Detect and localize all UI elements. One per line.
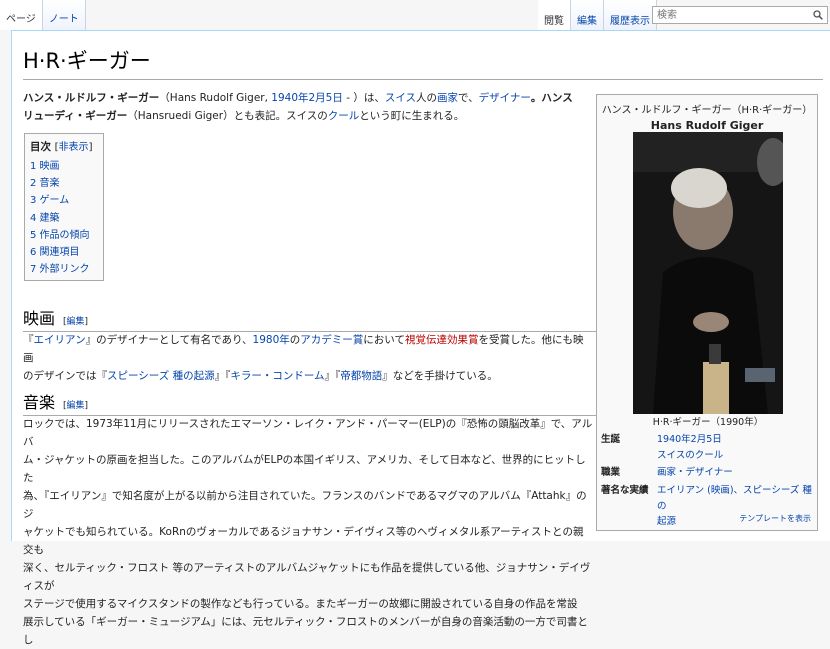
toc-item[interactable]: 4 建築 [30,210,98,227]
lead-text: - ）は、 [342,92,385,104]
infobox-value: 1940年2月5日 スイスのクール [657,432,723,463]
text-line: ステージで使用するマイクスタンドの製作なども行っている。またギーガーの故郷に開設… [23,598,578,610]
link-designer[interactable]: デザイナー [479,92,531,104]
link-painter[interactable]: 画家 [437,92,458,104]
link-species[interactable]: スピーシーズ 種の起源 [107,370,215,382]
section-edit: [編集] [63,401,89,411]
tab-edit[interactable]: 編集 [571,0,604,30]
infobox: ハンス・ルドルフ・ギーガー（H·R·ギーガー） Hans Rudolf Gige… [596,94,818,531]
section-title: 音楽 [23,393,56,412]
text: 』のデザイナーとして有名であり、 [85,334,253,346]
lead-name-alt: リューディ・ギーガー [23,110,128,122]
page-title: H·R·ギーガー [23,45,823,80]
link-killer-condom[interactable]: キラー・コンドーム [230,370,324,382]
tab-history[interactable]: 履歴表示 [604,0,657,30]
toc-item[interactable]: 2 音楽 [30,175,98,192]
portrait-image [633,132,783,414]
search-box [652,6,828,24]
edit-link[interactable]: 編集 [67,401,85,411]
link-works[interactable]: エイリアン (映画)、スピーシーズ 種の [657,485,812,512]
lead-name: ハンス・ルドルフ・ギーガー [23,92,160,104]
toc-toggle: [非表示] [54,142,93,153]
infobox-caption: H·R·ギーガー（1990年） [652,417,764,428]
text: の [289,334,301,346]
section-heading-music: 音楽 [編集] [23,389,597,416]
text: 』『 [214,370,231,382]
toc-title: 目次 [非表示] [30,138,98,154]
section-title: 映画 [23,309,56,328]
section-edit: [編集] [63,317,89,327]
view-tabs: 閲覧 編集 履歴表示 [538,0,657,30]
link-birthplace[interactable]: スイスのクール [657,450,723,461]
section-heading-film: 映画 [編集] [23,305,597,332]
link-academy[interactable]: アカデミー賞 [300,334,363,346]
link-swiss[interactable]: スイス [385,92,416,104]
toc-item[interactable]: 5 作品の傾向 [30,227,98,244]
toc-item[interactable]: 6 関連項目 [30,244,98,261]
table-of-contents: 目次 [非表示] 1 映画 2 音楽 3 ゲーム 4 建築 5 作品の傾向 6 … [24,133,104,281]
text-line: 深く、セルティック・フロスト 等のアーティストのアルバムジャケットにも作品を提供… [23,562,591,592]
text-line: ャケットでも知られている。KoRnのヴォーカルであるジョナサン・デイヴィス等のヘ… [23,526,584,556]
link-alien[interactable]: エイリアン [34,334,86,346]
text-line: ム・ジャケットの原画を担当した。このアルバムがELPの本国イギリス、アメリカ、そ… [23,454,586,484]
link-chur[interactable]: クール [328,110,360,122]
text: において [363,334,405,346]
text: のデザインでは『 [23,370,107,382]
link-birthdate[interactable]: 1940年2月5日 [271,92,343,104]
redlink-vfx[interactable]: 視覚伝達効果賞 [405,334,479,346]
lead-text: で、 [458,92,479,104]
film-paragraph: 『エイリアン』のデザイナーとして有名であり、1980年のアカデミー賞において視覚… [23,331,593,385]
lead-name: 。ハンス [530,92,573,104]
toc-item[interactable]: 7 外部リンク [30,261,98,278]
text: 』『 [324,370,341,382]
article-content: H·R·ギーガー ハンス・ルドルフ・ギーガー（Hans Rudolf Giger… [11,30,830,646]
infobox-key: 著名な実績 [601,485,649,496]
infobox-name: Hans Rudolf Giger [650,119,764,132]
text-line: ロックでは、1973年11月にリリースされたエマーソン・レイク・アンド・パーマー… [23,418,593,448]
edit-link[interactable]: 編集 [67,317,85,327]
infobox-row-occupation: 職業 画家・デザイナー [601,465,815,481]
text-line: 展示している「ギーガー・ミュージアム」には、元セルティック・フロストのメンバーが… [23,616,588,646]
infobox-title: ハンス・ルドルフ・ギーガー（H·R·ギーガー） [601,105,813,116]
search-icon[interactable] [813,10,823,20]
toc-heading: 目次 [30,141,51,153]
link-occupation[interactable]: 画家・デザイナー [657,465,733,481]
infobox-row-born: 生誕 1940年2月5日 スイスのクール [601,432,815,463]
toc-hide-link[interactable]: 非表示 [59,142,89,153]
lead-text: （Hans Rudolf Giger, [159,92,272,104]
text-line: 為、『エイリアン』で知名度が上がる以前から注目されていた。フランスのバンドである… [23,490,587,520]
link-1980[interactable]: 1980年 [253,334,290,346]
namespace-tabs: ページ ノート [0,0,86,30]
tab-talk[interactable]: ノート [42,0,86,30]
infobox-key: 生誕 [601,434,621,445]
template-link[interactable]: テンプレートを表示 [739,513,811,524]
lead-text: という町に生まれる。 [359,110,465,122]
link-teito[interactable]: 帝都物語 [340,370,382,382]
portrait-photo[interactable] [633,132,783,414]
text: 『 [23,334,34,346]
lead-text: （Hansruedi Giger）とも表記。スイスの [127,110,328,122]
infobox-key: 職業 [601,467,621,478]
search-input[interactable] [657,8,807,22]
tab-page[interactable]: ページ [0,0,43,30]
toc-item[interactable]: 3 ゲーム [30,192,98,209]
lead-text: 人の [416,92,438,104]
music-paragraph: ロックでは、1973年11月にリリースされたエマーソン・レイク・アンド・パーマー… [23,415,593,649]
link-works[interactable]: 起源 [657,516,676,527]
tab-read[interactable]: 閲覧 [538,0,571,30]
lead-paragraph: ハンス・ルドルフ・ギーガー（Hans Rudolf Giger, 1940年2月… [23,89,593,125]
toc-item[interactable]: 1 映画 [30,158,98,175]
text: 』などを手掛けている。 [382,370,498,382]
link-birthdate[interactable]: 1940年2月5日 [657,434,722,445]
